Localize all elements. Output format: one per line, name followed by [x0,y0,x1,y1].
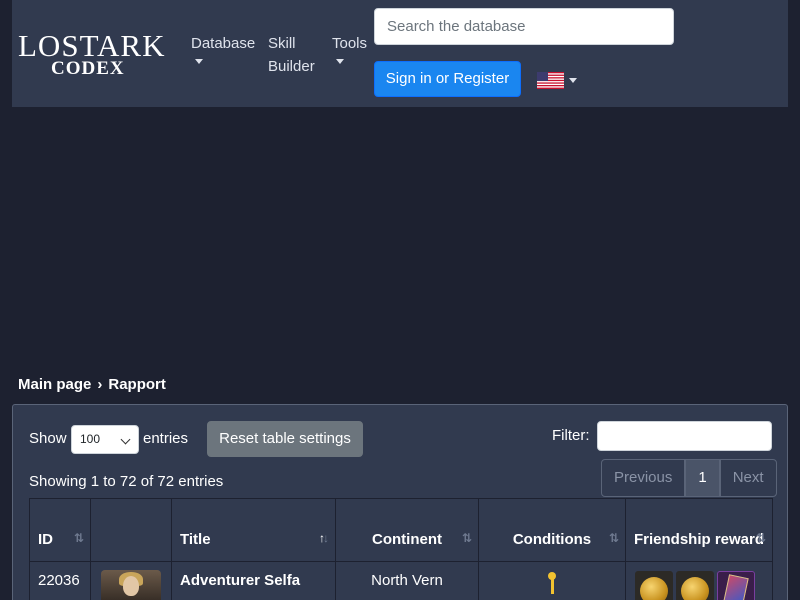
column-header-conditions[interactable]: Conditions ⇅ [478,498,626,562]
pagination-page-1[interactable]: 1 [685,459,720,497]
card-icon[interactable] [717,571,755,600]
sort-ascending-icon: ↑↓ [319,531,329,545]
row-conditions-cell [478,561,626,600]
table-row[interactable]: 22036 Adventurer Selfa North Vern [29,561,773,600]
column-header-continent-label: Continent [372,531,442,548]
site-logo[interactable]: LOSTARK CODEX [18,28,168,79]
entries-label: entries [143,430,189,447]
column-header-title-label: Title [180,531,211,548]
us-flag-icon[interactable] [537,72,564,89]
nav-skill-builder[interactable]: Skill Builder [268,32,315,78]
language-chevron-down-icon[interactable] [569,78,577,83]
rapport-table: ID ⇅ Title ↑↓ Continent ⇅ Conditions ⇅ F… [29,498,773,600]
sort-icon: ⇅ [461,531,472,545]
breadcrumb-rapport: Rapport [108,376,166,393]
column-header-title[interactable]: Title ↑↓ [171,498,336,562]
breadcrumb-separator: › [97,376,103,393]
breadcrumb-main-page[interactable]: Main page [18,376,91,393]
gold-coin-icon[interactable] [635,571,673,600]
show-label: Show [29,430,67,447]
column-header-friendship-reward-label: Friendship reward [633,531,765,548]
row-continent: North Vern [335,561,479,600]
portrait-face [123,576,139,596]
pagination: Previous 1 Next [601,459,777,497]
site-header: LOSTARK CODEX Database Skill Builder Too… [12,0,788,107]
filter-input[interactable] [597,421,772,451]
pagination-next[interactable]: Next [719,459,777,497]
card-art [723,574,749,600]
entries-select-value: 100 [80,432,101,446]
column-header-image [90,498,172,562]
nav-tools-label: Tools [332,35,368,52]
key-icon-stem [551,578,554,594]
signin-button[interactable]: Sign in or Register [374,61,521,97]
rapport-table-panel: Show 100 entries Reset table settings Fi… [12,404,788,600]
column-header-friendship-reward[interactable]: Friendship reward ⇅ [625,498,773,562]
column-header-id-label: ID [38,531,53,548]
column-header-conditions-label: Conditions [512,531,592,548]
column-header-continent[interactable]: Continent ⇅ [335,498,479,562]
pagination-previous[interactable]: Previous [601,459,686,497]
gold-coin-disc [681,577,709,600]
table-info: Showing 1 to 72 of 72 entries [29,473,224,490]
row-id: 22036 [29,561,91,600]
npc-portrait-image[interactable] [101,570,161,600]
reward-list [626,571,772,600]
sort-icon: ⇅ [755,531,766,545]
nav-database-label: Database [191,35,256,52]
reset-table-settings-button[interactable]: Reset table settings [207,421,363,457]
gold-coin-disc [640,577,668,600]
column-header-id[interactable]: ID ⇅ [29,498,91,562]
row-title-link[interactable]: Adventurer Selfa [171,561,336,600]
gold-coin-icon[interactable] [676,571,714,600]
search-input[interactable] [374,8,674,45]
logo-codex-text: CODEX [51,58,125,79]
entries-select[interactable]: 100 [71,425,139,454]
breadcrumb: Main page › Rapport [18,374,166,396]
chevron-down-icon [195,59,203,64]
nav-skill-builder-label-2: Builder [268,58,315,75]
table-header-row: ID ⇅ Title ↑↓ Continent ⇅ Conditions ⇅ F… [29,498,773,562]
nav-tools[interactable]: Tools [332,32,367,65]
key-icon[interactable] [548,572,556,594]
chevron-down-icon [120,434,131,445]
chevron-down-icon [336,59,344,64]
nav-database[interactable]: Database [191,32,255,65]
sort-icon: ⇅ [73,531,84,545]
row-rewards-cell [625,561,773,600]
row-portrait-cell [90,561,172,600]
nav-skill-builder-label: Skill [268,35,296,52]
filter-label: Filter: [552,427,590,444]
sort-icon: ⇅ [608,531,619,545]
